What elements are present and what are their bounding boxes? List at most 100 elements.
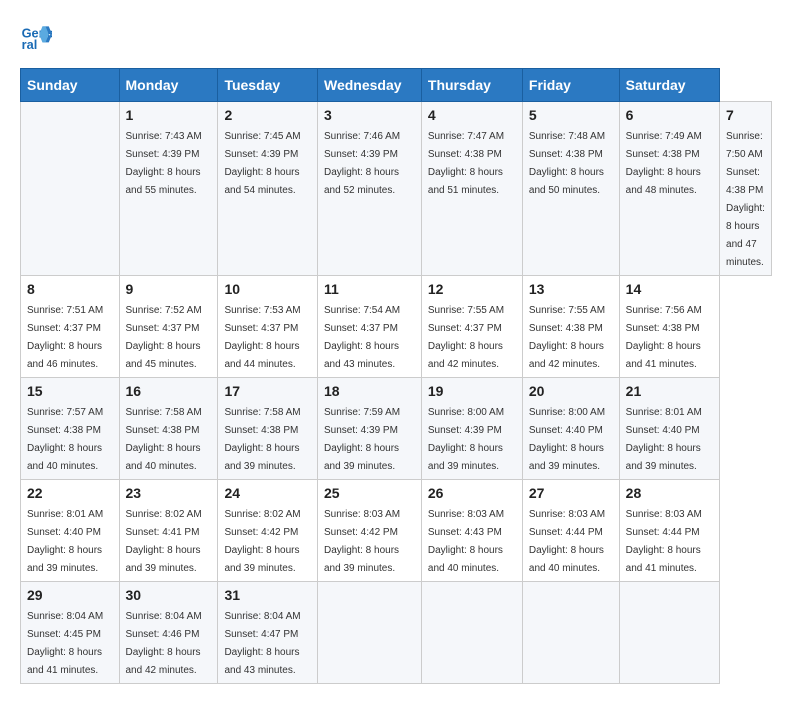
- week-row-5: 29 Sunrise: 8:04 AMSunset: 4:45 PMDaylig…: [21, 582, 772, 684]
- day-info: Sunrise: 7:43 AMSunset: 4:39 PMDaylight:…: [126, 131, 202, 196]
- day-number: 1: [126, 107, 212, 123]
- calendar-cell: 12 Sunrise: 7:55 AMSunset: 4:37 PMDaylig…: [421, 276, 522, 378]
- day-number: 23: [126, 485, 212, 501]
- day-number: 21: [626, 383, 713, 399]
- day-number: 31: [224, 587, 311, 603]
- day-info: Sunrise: 8:02 AMSunset: 4:42 PMDaylight:…: [224, 509, 300, 574]
- calendar-cell: 22 Sunrise: 8:01 AMSunset: 4:40 PMDaylig…: [21, 480, 120, 582]
- day-info: Sunrise: 7:54 AMSunset: 4:37 PMDaylight:…: [324, 305, 400, 370]
- calendar-cell: 31 Sunrise: 8:04 AMSunset: 4:47 PMDaylig…: [218, 582, 318, 684]
- day-number: 28: [626, 485, 713, 501]
- week-row-1: 1 Sunrise: 7:43 AMSunset: 4:39 PMDayligh…: [21, 102, 772, 276]
- day-info: Sunrise: 7:59 AMSunset: 4:39 PMDaylight:…: [324, 407, 400, 472]
- day-number: 14: [626, 281, 713, 297]
- day-info: Sunrise: 8:00 AMSunset: 4:40 PMDaylight:…: [529, 407, 605, 472]
- day-number: 9: [126, 281, 212, 297]
- day-info: Sunrise: 8:04 AMSunset: 4:47 PMDaylight:…: [224, 611, 300, 676]
- calendar-cell: 29 Sunrise: 8:04 AMSunset: 4:45 PMDaylig…: [21, 582, 120, 684]
- day-number: 16: [126, 383, 212, 399]
- day-info: Sunrise: 7:46 AMSunset: 4:39 PMDaylight:…: [324, 131, 400, 196]
- day-number: 2: [224, 107, 311, 123]
- day-info: Sunrise: 8:03 AMSunset: 4:44 PMDaylight:…: [626, 509, 702, 574]
- day-number: 8: [27, 281, 113, 297]
- day-info: Sunrise: 8:01 AMSunset: 4:40 PMDaylight:…: [626, 407, 702, 472]
- calendar-cell: 9 Sunrise: 7:52 AMSunset: 4:37 PMDayligh…: [119, 276, 218, 378]
- day-info: Sunrise: 8:03 AMSunset: 4:42 PMDaylight:…: [324, 509, 400, 574]
- day-number: 12: [428, 281, 516, 297]
- day-number: 4: [428, 107, 516, 123]
- logo-icon: Gene ral: [20, 20, 52, 52]
- day-info: Sunrise: 7:58 AMSunset: 4:38 PMDaylight:…: [224, 407, 300, 472]
- logo: Gene ral: [20, 20, 56, 52]
- calendar-cell: 20 Sunrise: 8:00 AMSunset: 4:40 PMDaylig…: [522, 378, 619, 480]
- day-info: Sunrise: 7:52 AMSunset: 4:37 PMDaylight:…: [126, 305, 202, 370]
- calendar-cell: 13 Sunrise: 7:55 AMSunset: 4:38 PMDaylig…: [522, 276, 619, 378]
- calendar-cell: 3 Sunrise: 7:46 AMSunset: 4:39 PMDayligh…: [317, 102, 421, 276]
- calendar-cell: 24 Sunrise: 8:02 AMSunset: 4:42 PMDaylig…: [218, 480, 318, 582]
- calendar-cell: [317, 582, 421, 684]
- day-number: 11: [324, 281, 415, 297]
- calendar-cell: 8 Sunrise: 7:51 AMSunset: 4:37 PMDayligh…: [21, 276, 120, 378]
- day-number: 26: [428, 485, 516, 501]
- calendar-cell: 7 Sunrise: 7:50 AMSunset: 4:38 PMDayligh…: [720, 102, 772, 276]
- day-number: 20: [529, 383, 613, 399]
- day-header-sunday: Sunday: [21, 69, 120, 102]
- calendar-cell: 6 Sunrise: 7:49 AMSunset: 4:38 PMDayligh…: [619, 102, 719, 276]
- day-number: 22: [27, 485, 113, 501]
- day-number: 5: [529, 107, 613, 123]
- day-number: 18: [324, 383, 415, 399]
- day-number: 27: [529, 485, 613, 501]
- calendar-cell: 11 Sunrise: 7:54 AMSunset: 4:37 PMDaylig…: [317, 276, 421, 378]
- calendar-cell: [522, 582, 619, 684]
- day-info: Sunrise: 7:47 AMSunset: 4:38 PMDaylight:…: [428, 131, 504, 196]
- calendar-cell: 18 Sunrise: 7:59 AMSunset: 4:39 PMDaylig…: [317, 378, 421, 480]
- day-number: 17: [224, 383, 311, 399]
- calendar-cell: 14 Sunrise: 7:56 AMSunset: 4:38 PMDaylig…: [619, 276, 719, 378]
- day-header-wednesday: Wednesday: [317, 69, 421, 102]
- day-info: Sunrise: 7:58 AMSunset: 4:38 PMDaylight:…: [126, 407, 202, 472]
- day-info: Sunrise: 7:49 AMSunset: 4:38 PMDaylight:…: [626, 131, 702, 196]
- calendar-cell: [21, 102, 120, 276]
- calendar-cell: 28 Sunrise: 8:03 AMSunset: 4:44 PMDaylig…: [619, 480, 719, 582]
- day-info: Sunrise: 7:45 AMSunset: 4:39 PMDaylight:…: [224, 131, 300, 196]
- day-info: Sunrise: 8:02 AMSunset: 4:41 PMDaylight:…: [126, 509, 202, 574]
- calendar-cell: 25 Sunrise: 8:03 AMSunset: 4:42 PMDaylig…: [317, 480, 421, 582]
- calendar-table: SundayMondayTuesdayWednesdayThursdayFrid…: [20, 68, 772, 684]
- day-number: 19: [428, 383, 516, 399]
- week-row-3: 15 Sunrise: 7:57 AMSunset: 4:38 PMDaylig…: [21, 378, 772, 480]
- day-header-saturday: Saturday: [619, 69, 719, 102]
- day-info: Sunrise: 7:56 AMSunset: 4:38 PMDaylight:…: [626, 305, 702, 370]
- calendar-cell: 27 Sunrise: 8:03 AMSunset: 4:44 PMDaylig…: [522, 480, 619, 582]
- day-header-tuesday: Tuesday: [218, 69, 318, 102]
- day-info: Sunrise: 7:53 AMSunset: 4:37 PMDaylight:…: [224, 305, 300, 370]
- day-number: 25: [324, 485, 415, 501]
- day-info: Sunrise: 8:01 AMSunset: 4:40 PMDaylight:…: [27, 509, 103, 574]
- svg-text:ral: ral: [22, 37, 38, 52]
- calendar-cell: 5 Sunrise: 7:48 AMSunset: 4:38 PMDayligh…: [522, 102, 619, 276]
- day-info: Sunrise: 7:48 AMSunset: 4:38 PMDaylight:…: [529, 131, 605, 196]
- calendar-cell: 19 Sunrise: 8:00 AMSunset: 4:39 PMDaylig…: [421, 378, 522, 480]
- day-info: Sunrise: 7:57 AMSunset: 4:38 PMDaylight:…: [27, 407, 103, 472]
- day-info: Sunrise: 7:55 AMSunset: 4:37 PMDaylight:…: [428, 305, 504, 370]
- day-header-thursday: Thursday: [421, 69, 522, 102]
- day-info: Sunrise: 8:03 AMSunset: 4:44 PMDaylight:…: [529, 509, 605, 574]
- calendar-cell: 17 Sunrise: 7:58 AMSunset: 4:38 PMDaylig…: [218, 378, 318, 480]
- day-info: Sunrise: 7:51 AMSunset: 4:37 PMDaylight:…: [27, 305, 103, 370]
- calendar-cell: 10 Sunrise: 7:53 AMSunset: 4:37 PMDaylig…: [218, 276, 318, 378]
- calendar-cell: 4 Sunrise: 7:47 AMSunset: 4:38 PMDayligh…: [421, 102, 522, 276]
- day-number: 7: [726, 107, 765, 123]
- calendar-cell: 21 Sunrise: 8:01 AMSunset: 4:40 PMDaylig…: [619, 378, 719, 480]
- calendar-cell: [619, 582, 719, 684]
- day-info: Sunrise: 8:03 AMSunset: 4:43 PMDaylight:…: [428, 509, 504, 574]
- day-header-friday: Friday: [522, 69, 619, 102]
- day-number: 30: [126, 587, 212, 603]
- page-header: Gene ral: [20, 20, 772, 52]
- day-info: Sunrise: 8:04 AMSunset: 4:45 PMDaylight:…: [27, 611, 103, 676]
- calendar-cell: 2 Sunrise: 7:45 AMSunset: 4:39 PMDayligh…: [218, 102, 318, 276]
- day-number: 6: [626, 107, 713, 123]
- day-number: 10: [224, 281, 311, 297]
- calendar-cell: 1 Sunrise: 7:43 AMSunset: 4:39 PMDayligh…: [119, 102, 218, 276]
- day-number: 29: [27, 587, 113, 603]
- calendar-cell: 30 Sunrise: 8:04 AMSunset: 4:46 PMDaylig…: [119, 582, 218, 684]
- day-info: Sunrise: 7:55 AMSunset: 4:38 PMDaylight:…: [529, 305, 605, 370]
